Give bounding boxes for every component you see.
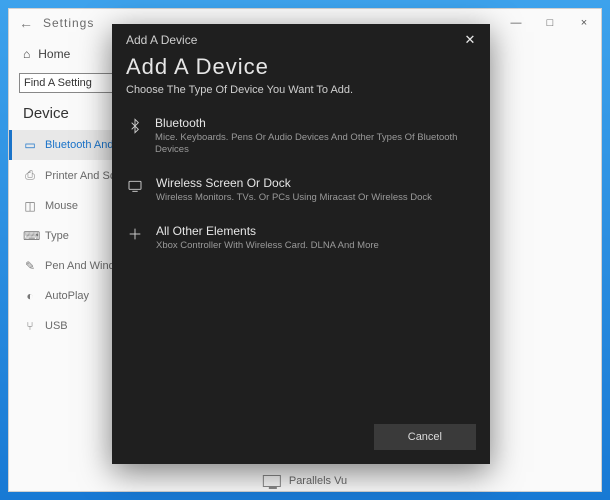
nav-item-label: USB [45, 320, 68, 332]
option-title: Bluetooth [155, 116, 476, 130]
dialog-subtitle: Choose The Type Of Device You Want To Ad… [112, 82, 490, 106]
pen-icon: ✎ [23, 259, 37, 273]
back-button[interactable]: ← [9, 15, 43, 31]
printer-icon: ⎙ [23, 168, 37, 183]
bluetooth-icon: ▭ [23, 138, 37, 152]
dialog-title: Add A Device [112, 52, 490, 82]
close-button[interactable]: × [567, 9, 601, 37]
option-title: Wireless Screen Or Dock [156, 176, 432, 190]
dialog-header: Add A Device ✕ [112, 24, 490, 52]
option-desc: Wireless Monitors. TVs. Or PCs Using Mir… [156, 192, 432, 204]
add-device-dialog: Add A Device ✕ Add A Device Choose The T… [112, 24, 490, 464]
mouse-icon: ◫ [23, 199, 37, 213]
device-item-parallels[interactable]: Parallels Vu [263, 475, 347, 487]
option-title: All Other Elements [156, 224, 379, 238]
option-bluetooth[interactable]: Bluetooth Mice. Keyboards. Pens Or Audio… [112, 106, 490, 166]
dialog-header-title: Add A Device [126, 33, 460, 47]
device-item-label: Parallels Vu [289, 475, 347, 487]
option-desc: Mice. Keyboards. Pens Or Audio Devices A… [155, 132, 476, 156]
plus-icon [126, 224, 144, 252]
keyboard-icon: ⌨ [23, 229, 37, 243]
display-icon [126, 176, 144, 204]
autoplay-icon: ◐ [23, 289, 37, 303]
bluetooth-icon [126, 116, 143, 156]
nav-item-label: AutoPlay [45, 290, 89, 302]
nav-item-label: Type [45, 230, 69, 242]
option-wireless-display[interactable]: Wireless Screen Or Dock Wireless Monitor… [112, 166, 490, 214]
minimize-button[interactable]: — [499, 9, 533, 37]
cancel-button[interactable]: Cancel [374, 424, 476, 450]
nav-home-label: Home [38, 47, 70, 61]
nav-item-label: Mouse [45, 200, 78, 212]
maximize-button[interactable]: □ [533, 9, 567, 37]
home-icon: ⌂ [23, 47, 30, 61]
dialog-close-button[interactable]: ✕ [460, 32, 480, 48]
option-everything-else[interactable]: All Other Elements Xbox Controller With … [112, 214, 490, 262]
usb-icon: ⑂ [23, 319, 37, 333]
option-desc: Xbox Controller With Wireless Card. DLNA… [156, 240, 379, 252]
monitor-icon [263, 475, 281, 487]
